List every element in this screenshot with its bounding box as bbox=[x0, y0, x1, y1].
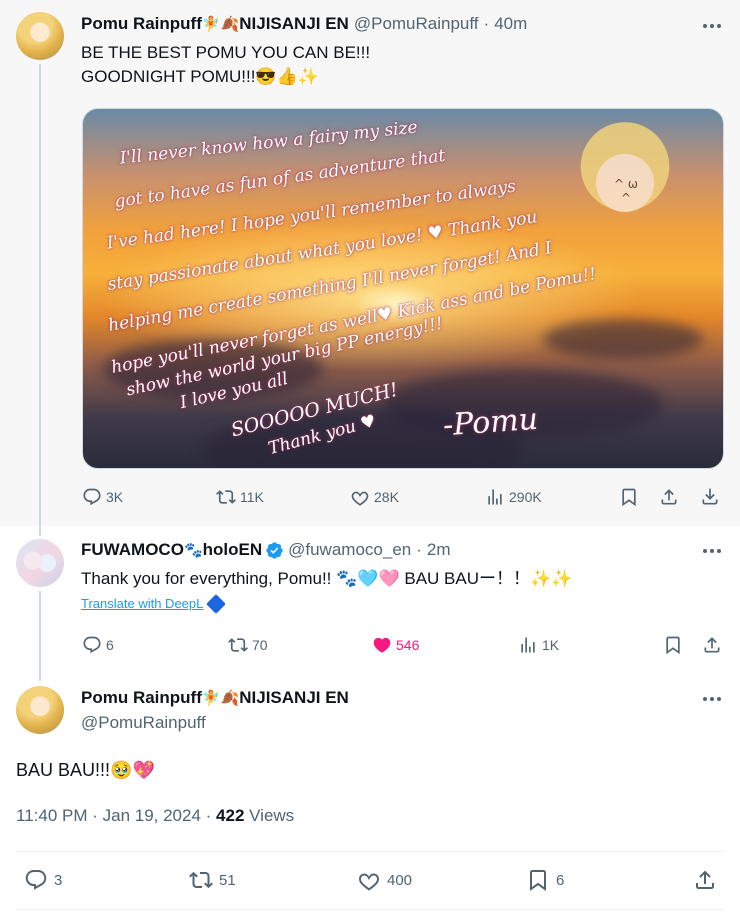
like-count: 546 bbox=[396, 637, 420, 653]
author-name[interactable]: FUWAMOCO bbox=[81, 540, 184, 560]
repost-icon bbox=[189, 871, 213, 889]
deepl-icon bbox=[206, 593, 227, 614]
reply-count: 3K bbox=[106, 489, 124, 505]
tweet-text: BAU BAU!!!🥹💖 bbox=[16, 760, 155, 780]
author-handle[interactable]: @PomuRainpuff bbox=[354, 14, 479, 34]
tweet-time[interactable]: 2m bbox=[427, 540, 451, 560]
tweet-meta: 11:40 PM · Jan 19, 2024 · 422 Views bbox=[16, 806, 294, 826]
handwritten-signature: -Pomu bbox=[441, 401, 540, 444]
views-label: Views bbox=[244, 806, 295, 825]
tweet-timestamp[interactable]: 11:40 PM · Jan 19, 2024 · bbox=[16, 806, 216, 825]
bookmark-icon bbox=[530, 870, 546, 891]
author-handle[interactable]: @PomuRainpuff bbox=[81, 713, 206, 733]
separator-dot: · bbox=[416, 540, 422, 559]
author-org[interactable]: holoEN bbox=[203, 540, 263, 560]
bookmark-icon bbox=[622, 488, 636, 507]
share-icon bbox=[661, 489, 677, 505]
reply-count: 3 bbox=[54, 871, 63, 889]
repost-icon bbox=[216, 490, 236, 504]
tweet-header: Pomu Rainpuff 🧚🍂 NIJISANJI EN @PomuRainp… bbox=[81, 14, 527, 34]
repost-icon bbox=[228, 638, 248, 652]
views-number: 422 bbox=[216, 806, 245, 825]
bookmark-button[interactable]: 6 bbox=[526, 868, 564, 892]
reply-button[interactable]: 6 bbox=[82, 635, 114, 655]
like-button[interactable]: 400 bbox=[357, 868, 412, 892]
share-button[interactable] bbox=[693, 868, 717, 892]
more-icon[interactable] bbox=[700, 687, 724, 711]
separator-dot: · bbox=[483, 14, 490, 33]
views-button[interactable]: 1K bbox=[518, 635, 559, 655]
reply-icon bbox=[83, 636, 101, 654]
repost-count: 70 bbox=[252, 637, 268, 653]
author-org[interactable]: NIJISANJI EN bbox=[239, 688, 349, 707]
author-emoji: 🧚🍂 bbox=[201, 689, 240, 707]
tweet-text: Thank you for everything, Pomu!! 🐾🩵🩷 BAU… bbox=[81, 569, 573, 588]
thread-line bbox=[39, 526, 41, 536]
like-button[interactable]: 28K bbox=[350, 487, 399, 507]
download-icon bbox=[702, 488, 718, 505]
share-icon bbox=[704, 637, 720, 653]
reply-count: 6 bbox=[106, 637, 114, 653]
share-icon bbox=[696, 870, 714, 889]
tweet-pomu-main[interactable]: Pomu Rainpuff 🧚🍂 NIJISANJI EN @PomuRainp… bbox=[0, 0, 740, 526]
repost-count: 51 bbox=[219, 871, 236, 889]
views-icon bbox=[488, 489, 502, 505]
author-name-line: Pomu Rainpuff🧚🍂NIJISANJI EN bbox=[81, 688, 349, 708]
like-button[interactable]: 546 bbox=[372, 635, 419, 655]
thread-line bbox=[39, 591, 41, 681]
heart-icon bbox=[351, 491, 369, 506]
tweet-time[interactable]: 40m bbox=[494, 14, 527, 34]
verified-badge-icon[interactable] bbox=[265, 541, 284, 560]
thread-line bbox=[39, 64, 41, 526]
repost-button[interactable]: 70 bbox=[228, 635, 268, 655]
reply-icon bbox=[83, 488, 101, 506]
bookmark-button[interactable] bbox=[619, 487, 639, 507]
share-button[interactable] bbox=[702, 635, 722, 655]
avatar[interactable] bbox=[16, 539, 64, 587]
views-icon bbox=[521, 637, 535, 653]
avatar[interactable] bbox=[16, 686, 64, 734]
bookmark-icon bbox=[666, 636, 680, 655]
author-emoji: 🧚🍂 bbox=[201, 15, 240, 33]
reply-icon bbox=[25, 870, 47, 890]
tweet-header: FUWAMOCO 🐾 holoEN @fuwamoco_en · 2m bbox=[81, 540, 451, 560]
reply-button[interactable]: 3 bbox=[24, 868, 62, 892]
views-count: 1K bbox=[542, 637, 560, 653]
tweet-text: BE THE BEST POMU YOU CAN BE!!! GOODNIGHT… bbox=[81, 43, 371, 86]
author-emoji: 🐾 bbox=[183, 541, 203, 559]
translate-link[interactable]: Translate with DeepL bbox=[81, 593, 227, 614]
bookmark-button[interactable] bbox=[663, 635, 683, 655]
reply-button[interactable]: 3K bbox=[82, 487, 123, 507]
more-icon[interactable] bbox=[700, 539, 724, 563]
like-count: 28K bbox=[374, 489, 399, 505]
share-button[interactable] bbox=[659, 487, 679, 507]
heart-icon bbox=[359, 873, 379, 891]
bookmark-count: 6 bbox=[556, 871, 565, 889]
views-count: 290K bbox=[509, 489, 542, 505]
divider bbox=[16, 851, 724, 852]
author-name[interactable]: Pomu Rainpuff bbox=[81, 14, 202, 34]
handwritten-note: I'll never know how a fairy my size got … bbox=[83, 109, 723, 468]
repost-button[interactable]: 11K bbox=[216, 487, 264, 507]
avatar[interactable] bbox=[16, 12, 64, 60]
author-name[interactable]: Pomu Rainpuff bbox=[81, 688, 202, 707]
author-org[interactable]: NIJISANJI EN bbox=[239, 14, 349, 34]
like-count: 400 bbox=[387, 871, 413, 889]
divider bbox=[16, 909, 724, 910]
more-icon[interactable] bbox=[700, 14, 724, 38]
repost-count: 11K bbox=[240, 489, 264, 505]
repost-button[interactable]: 51 bbox=[189, 868, 236, 892]
download-button[interactable] bbox=[700, 487, 720, 507]
heart-icon bbox=[373, 637, 391, 653]
views-button[interactable]: 290K bbox=[485, 487, 542, 507]
tweet-image[interactable]: ^ ω ^ I'll never know how a fairy my siz… bbox=[82, 108, 724, 469]
translate-label[interactable]: Translate with DeepL bbox=[81, 596, 203, 611]
author-handle[interactable]: @fuwamoco_en bbox=[288, 540, 411, 560]
